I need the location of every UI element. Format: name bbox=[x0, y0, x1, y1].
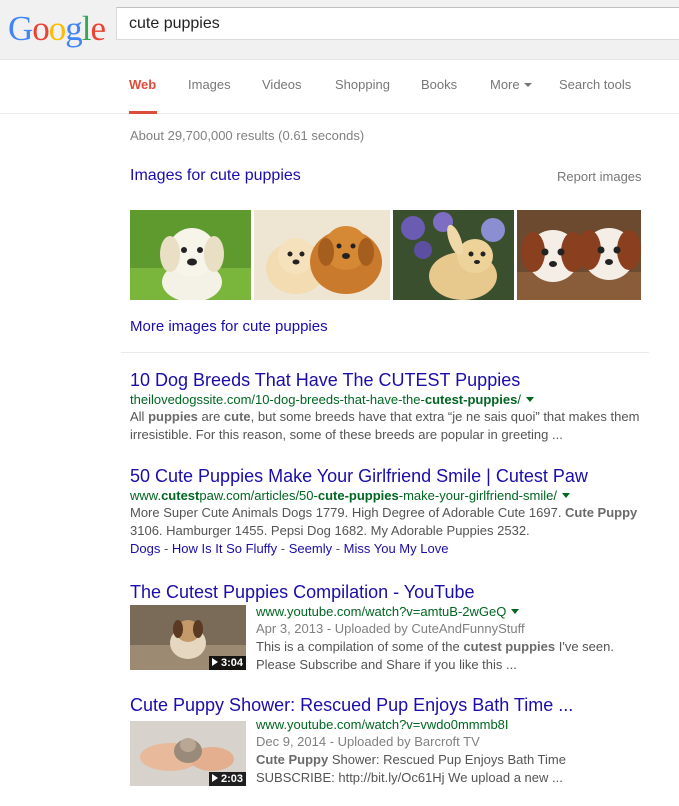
report-images-link[interactable]: Report images bbox=[557, 169, 642, 184]
result-url: www.cutestpaw.com/articles/50-cute-puppi… bbox=[130, 487, 650, 504]
video-result: Cute Puppy Shower: Rescued Pup Enjoys Ba… bbox=[130, 694, 650, 794]
tab-more[interactable]: More bbox=[490, 77, 532, 92]
url-text: paw.com/articles/50- bbox=[199, 488, 318, 503]
video-meta: www.youtube.com/watch?v=amtuB-2wGeQ Apr … bbox=[256, 603, 656, 674]
top-bar: Google cute puppies bbox=[0, 0, 679, 60]
sitelink[interactable]: How Is It So Fluffy bbox=[172, 541, 277, 556]
logo-letter: o bbox=[32, 9, 49, 48]
url-text: www.youtube.com/watch?v=vwdo0mmmb8I bbox=[256, 717, 509, 732]
search-result: 10 Dog Breeds That Have The CUTEST Puppi… bbox=[130, 369, 650, 444]
result-title-link[interactable]: Cute Puppy Shower: Rescued Pup Enjoys Ba… bbox=[130, 694, 650, 716]
tab-videos[interactable]: Videos bbox=[262, 77, 302, 92]
url-text: / bbox=[517, 392, 521, 407]
url-text: www. bbox=[130, 488, 162, 503]
search-box[interactable]: cute puppies bbox=[116, 7, 679, 40]
chevron-down-icon bbox=[523, 82, 532, 87]
result-snippet: This is a compilation of some of the cut… bbox=[256, 638, 656, 674]
result-title-link[interactable]: 10 Dog Breeds That Have The CUTEST Puppi… bbox=[130, 369, 650, 391]
sitelink[interactable]: Dogs bbox=[130, 541, 160, 556]
search-tabs: Web Images Videos Shopping Books More Se… bbox=[0, 60, 679, 114]
tab-more-label: More bbox=[490, 77, 520, 92]
video-duration: 2:03 bbox=[208, 772, 246, 786]
result-snippet: All puppies are cute, but some breeds ha… bbox=[130, 408, 650, 444]
tab-books[interactable]: Books bbox=[421, 77, 457, 92]
result-snippet: Cute Puppy Shower: Rescued Pup Enjoys Ba… bbox=[256, 751, 656, 787]
video-thumbnail[interactable]: 3:04 bbox=[130, 605, 246, 670]
video-meta: www.youtube.com/watch?v=vwdo0mmmb8I Dec … bbox=[256, 716, 656, 787]
url-text: theilovedogssite.com/10-dog-breeds-that-… bbox=[130, 392, 425, 407]
logo-letter: g bbox=[65, 9, 82, 48]
snippet-text: 3106. Hamburger 1455. Pepsi Dog 1682. My… bbox=[130, 523, 530, 538]
sitelinks: Dogs - How Is It So Fluffy - Seemly - Mi… bbox=[130, 541, 449, 556]
play-icon bbox=[211, 774, 218, 783]
url-text: -make-your-girlfriend-smile/ bbox=[398, 488, 557, 503]
url-options-icon[interactable] bbox=[525, 397, 534, 403]
result-title-link[interactable]: 50 Cute Puppies Make Your Girlfriend Smi… bbox=[130, 465, 650, 487]
images-heading-link[interactable]: Images for cute puppies bbox=[130, 167, 301, 185]
video-date: Dec 9, 2014 - Uploaded by Barcroft TV bbox=[256, 734, 480, 749]
snippet-text: This is a compilation of some of the bbox=[256, 639, 464, 654]
video-duration: 3:04 bbox=[208, 656, 246, 670]
image-thumbnail[interactable] bbox=[254, 210, 390, 300]
image-thumbnail[interactable] bbox=[393, 210, 514, 300]
logo-letter: o bbox=[48, 9, 66, 48]
tab-images[interactable]: Images bbox=[188, 77, 231, 92]
video-thumbnail[interactable]: 2:03 bbox=[130, 721, 246, 786]
sitelink[interactable]: Seemly bbox=[289, 541, 332, 556]
logo-letter: e bbox=[90, 9, 107, 48]
snippet-text: are bbox=[197, 409, 224, 424]
image-thumbnail[interactable] bbox=[130, 210, 251, 300]
search-result: 50 Cute Puppies Make Your Girlfriend Smi… bbox=[130, 465, 650, 558]
result-url: www.youtube.com/watch?v=amtuB-2wGeQ bbox=[256, 603, 656, 620]
snippet-bold: Cute Puppy bbox=[565, 505, 638, 520]
result-title-link[interactable]: The Cutest Puppies Compilation - YouTube bbox=[130, 581, 650, 603]
image-thumbnail[interactable] bbox=[517, 210, 641, 300]
url-text: www.youtube.com/watch?v=amtuB-2wGeQ bbox=[256, 604, 507, 619]
url-options-icon[interactable] bbox=[561, 493, 570, 499]
result-stats: About 29,700,000 results (0.61 seconds) bbox=[130, 128, 365, 143]
more-images-link[interactable]: More images for cute puppies bbox=[130, 318, 328, 335]
result-snippet: More Super Cute Animals Dogs 1779. High … bbox=[130, 504, 650, 540]
url-options-icon[interactable] bbox=[511, 609, 520, 615]
tab-web[interactable]: Web bbox=[129, 77, 156, 92]
duration-label: 2:03 bbox=[220, 773, 243, 785]
url-bold: cutest bbox=[161, 488, 200, 503]
tab-search-tools[interactable]: Search tools bbox=[559, 77, 631, 92]
tab-shopping[interactable]: Shopping bbox=[335, 77, 390, 92]
google-logo[interactable]: Google bbox=[8, 9, 107, 49]
video-date: Apr 3, 2013 - Uploaded by CuteAndFunnySt… bbox=[256, 621, 525, 636]
divider bbox=[121, 352, 649, 353]
snippet-text: All bbox=[130, 409, 149, 424]
result-url: www.youtube.com/watch?v=vwdo0mmmb8I bbox=[256, 716, 656, 733]
search-input[interactable]: cute puppies bbox=[129, 15, 220, 33]
logo-letter: G bbox=[8, 9, 33, 48]
snippet-bold: puppies bbox=[148, 409, 198, 424]
snippet-bold: cute bbox=[223, 409, 251, 424]
snippet-text: SUBSCRIBE: http://bit.ly/Oc61Hj We uploa… bbox=[256, 770, 563, 785]
snippet-text: Shower: Rescued Pup Enjoys Bath Time bbox=[328, 752, 566, 767]
result-url: theilovedogssite.com/10-dog-breeds-that-… bbox=[130, 391, 650, 408]
video-result: The Cutest Puppies Compilation - YouTube… bbox=[130, 581, 650, 676]
url-bold: cute-puppies bbox=[317, 488, 399, 503]
snippet-text: More Super Cute Animals Dogs 1779. High … bbox=[130, 505, 566, 520]
snippet-bold: Cute Puppy bbox=[256, 752, 329, 767]
snippet-bold: cutest puppies bbox=[463, 639, 556, 654]
sitelink[interactable]: Miss You My Love bbox=[344, 541, 449, 556]
play-icon bbox=[211, 658, 218, 667]
logo-letter: l bbox=[81, 9, 92, 48]
active-tab-indicator bbox=[129, 111, 157, 114]
duration-label: 3:04 bbox=[220, 657, 243, 669]
url-bold: cutest-puppies bbox=[424, 392, 518, 407]
